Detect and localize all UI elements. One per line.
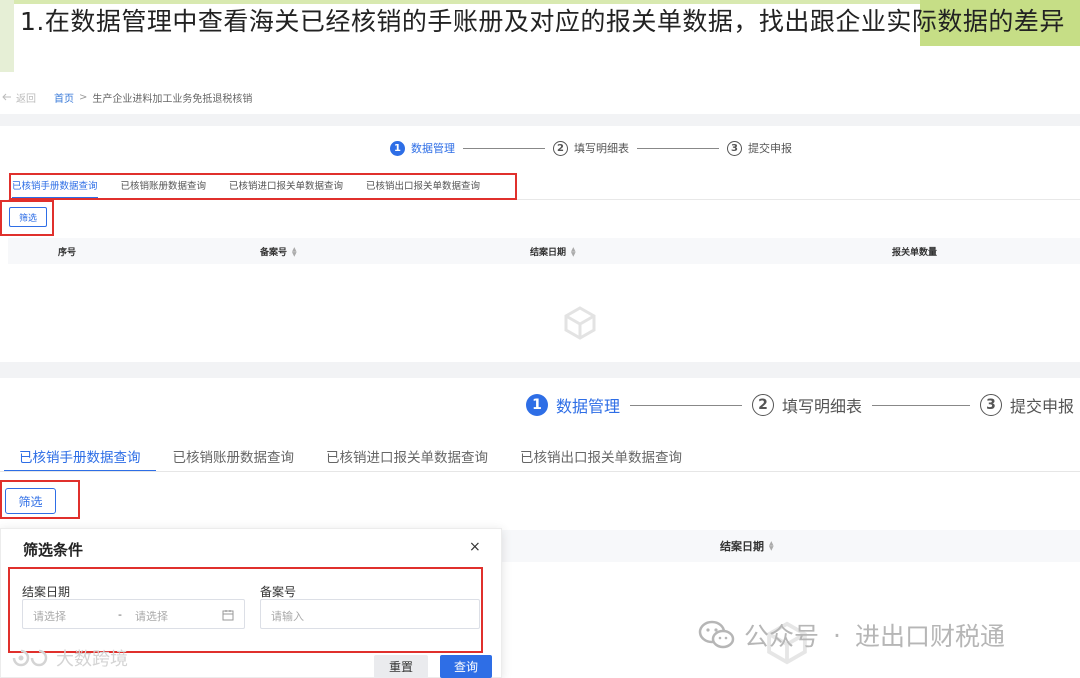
breadcrumb: 返回 首页 > 生产企业进料加工业务免抵退税核销: [0, 88, 252, 106]
tab-divider: [0, 471, 1080, 472]
step-connector: [463, 147, 545, 149]
slide-title: 1.在数据管理中查看海关已经核销的手账册及对应的报关单数据，找出跟企业实际数据的…: [20, 7, 1065, 36]
table-header: 结案日期 ▲ ▼: [500, 530, 1080, 562]
step-2-number: 2: [752, 394, 775, 416]
step-1-label[interactable]: 数据管理: [556, 393, 620, 417]
step-2-number: 2: [553, 140, 568, 156]
column-header-declaration-count: 报关单数量: [892, 248, 938, 258]
step-1-number: 1: [390, 140, 405, 156]
breadcrumb-home[interactable]: 首页: [54, 90, 74, 105]
header-top-stripe: [0, 0, 1080, 4]
step-connector: [637, 147, 719, 149]
tab-ledger-data[interactable]: 已核销账册数据查询: [158, 446, 310, 472]
watermark-account-label: 公众号: [744, 622, 820, 651]
popup-title: 筛选条件: [23, 541, 84, 559]
column-header-index: 序号: [58, 248, 77, 258]
tab-export-declaration[interactable]: 已核销出口报关单数据查询: [505, 446, 697, 472]
step-connector: [872, 404, 971, 406]
step-2-label[interactable]: 填写明细表: [782, 393, 862, 417]
step-3-number: 3: [727, 140, 742, 156]
watermark-account-name: 进出口财税通: [854, 622, 1005, 651]
sort-icon[interactable]: ▲ ▼: [769, 541, 774, 552]
grey-band-top: [0, 114, 1080, 126]
table-header: 序号 备案号 ▲ ▼ 结案日期 ▲ ▼ 报关单数量: [8, 238, 1080, 264]
step-connector: [630, 404, 743, 406]
source-logo-icon: [12, 649, 48, 667]
slide: 1.在数据管理中查看海关已经核销的手账册及对应的报关单数据，找出跟企业实际数据的…: [0, 0, 1080, 678]
step-1-label[interactable]: 数据管理: [411, 140, 455, 156]
header-accent: [0, 0, 14, 72]
tab-manual-data[interactable]: 已核销手册数据查询: [4, 446, 156, 472]
close-icon[interactable]: ×: [469, 539, 481, 555]
column-header-close-date[interactable]: 结案日期 ▲ ▼: [530, 245, 576, 258]
tab-import-declaration[interactable]: 已核销进口报关单数据查询: [311, 446, 503, 472]
reset-button[interactable]: 重置: [374, 655, 428, 678]
arrow-left-icon: [2, 93, 11, 101]
column-header-record-no[interactable]: 备案号 ▲ ▼: [260, 245, 297, 258]
stepper-large: 1 数据管理 2 填写明细表 3 提交申报: [526, 393, 1074, 417]
wechat-icon: [698, 620, 735, 649]
step-3-number: 3: [980, 394, 1003, 416]
tab-bar-large: 已核销手册数据查询 已核销账册数据查询 已核销进口报关单数据查询 已核销出口报关…: [4, 446, 699, 472]
watermark-account: 公众号 · 进出口财税通: [698, 618, 1005, 652]
annotation-box-filter: [0, 480, 80, 519]
annotation-box-filter-fields: [8, 567, 483, 653]
back-label: 返回: [16, 93, 36, 105]
back-link[interactable]: 返回: [2, 90, 36, 105]
step-3-label[interactable]: 提交申报: [748, 140, 792, 156]
sort-icon[interactable]: ▲ ▼: [292, 246, 297, 257]
empty-data-icon: [564, 306, 596, 340]
stepper-small: 1 数据管理 2 填写明细表 3 提交申报: [390, 138, 792, 158]
annotation-box-filter: [0, 200, 54, 236]
watermark-dot: ·: [833, 620, 841, 650]
watermark-source-name: 大数跨境: [56, 649, 128, 670]
step-3-label[interactable]: 提交申报: [1010, 393, 1074, 417]
column-header-close-date[interactable]: 结案日期 ▲ ▼: [720, 538, 774, 554]
breadcrumb-separator: >: [79, 91, 88, 103]
grey-band-middle: [0, 362, 1080, 378]
step-1-number: 1: [526, 394, 548, 416]
slide-header: 1.在数据管理中查看海关已经核销的手账册及对应的报关单数据，找出跟企业实际数据的…: [0, 0, 1080, 72]
breadcrumb-current: 生产企业进料加工业务免抵退税核销: [92, 93, 253, 105]
step-2-label[interactable]: 填写明细表: [574, 140, 629, 156]
query-button[interactable]: 查询: [440, 655, 492, 678]
annotation-box-tabs: [9, 173, 517, 200]
sort-icon[interactable]: ▲ ▼: [571, 246, 576, 257]
watermark-source: 大数跨境: [8, 645, 128, 671]
